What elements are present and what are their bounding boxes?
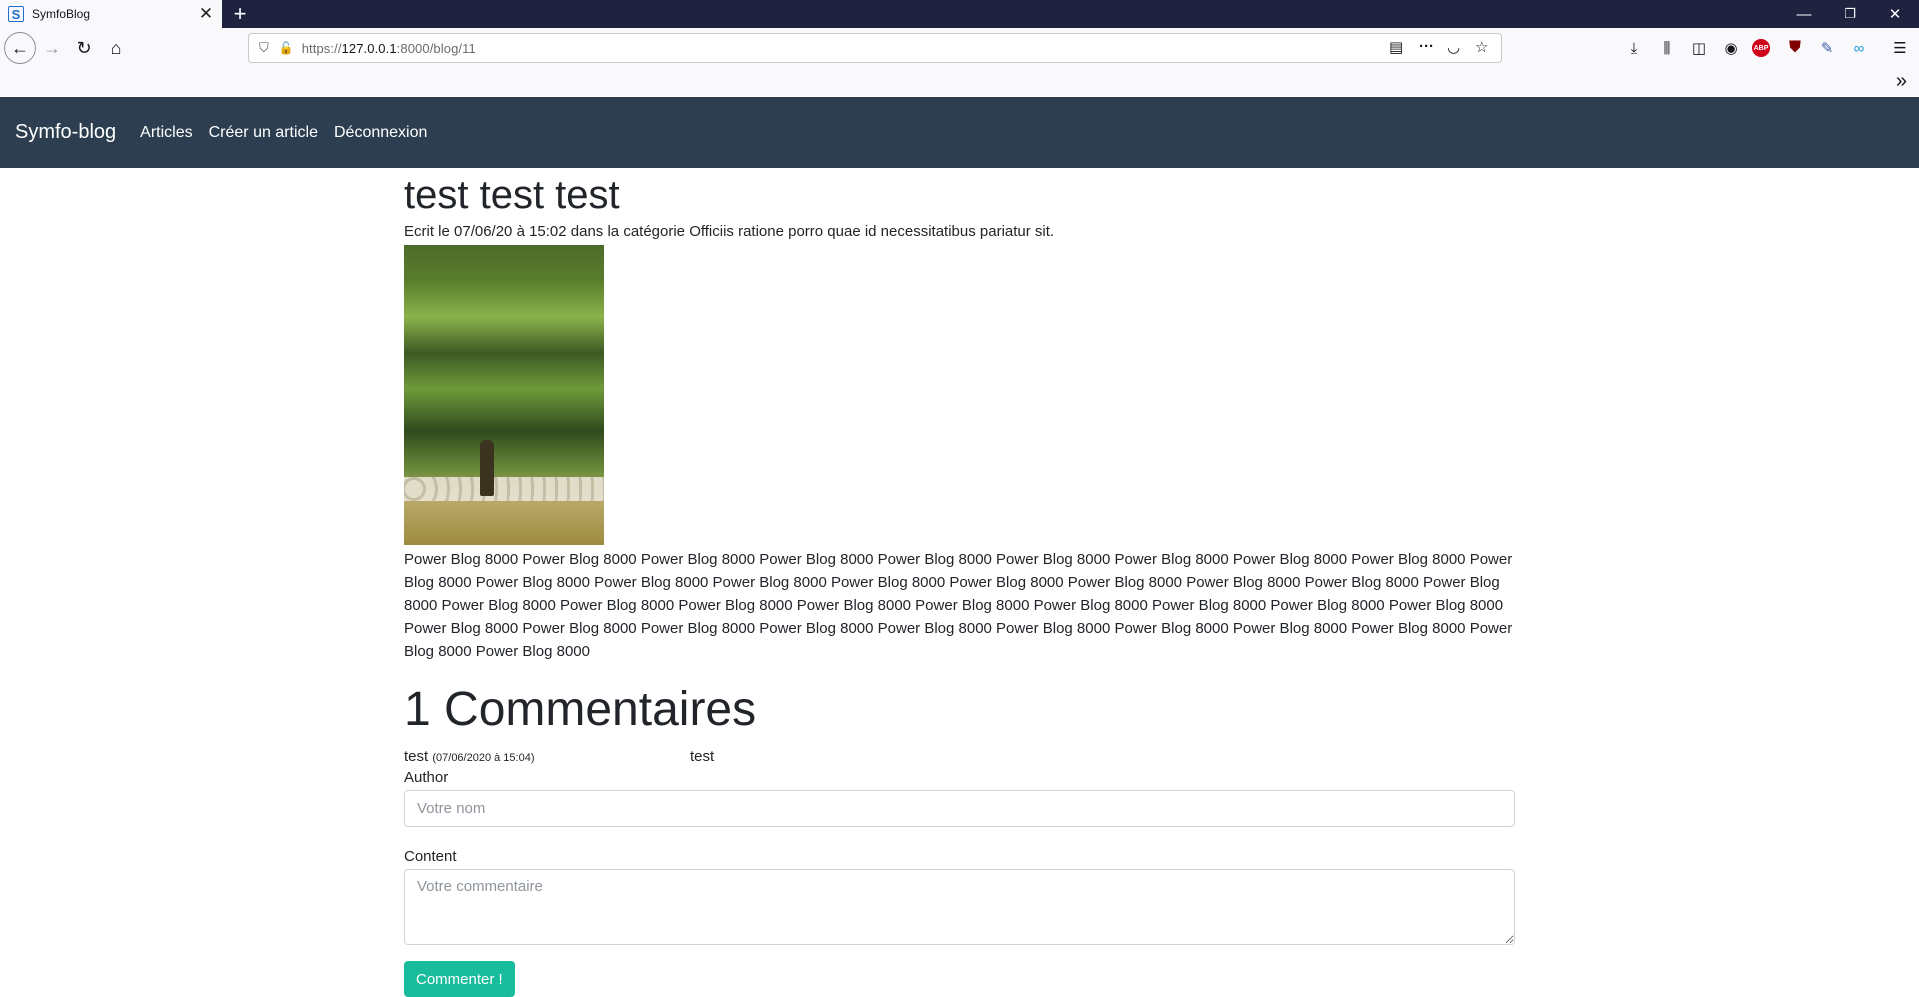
site-brand[interactable]: Symfo-blog (15, 121, 116, 144)
restore-window-button[interactable]: ❐ (1828, 0, 1872, 28)
arrow-right-icon: → (43, 37, 61, 58)
address-bar[interactable]: ⛉ 🔓 https://127.0.0.1:8000/blog/11 ▤ ···… (248, 33, 1502, 63)
account-icon[interactable]: ◉ (1721, 38, 1741, 58)
article-image (404, 245, 604, 545)
site-favicon-icon: S (8, 6, 24, 22)
browser-toolbar: ← → ↻ ⌂ ⛉ 🔓 https://127.0.0.1:8000/blog/… (0, 28, 1919, 68)
home-button[interactable]: ⌂ (102, 34, 130, 62)
nav-link-logout[interactable]: Déconnexion (334, 124, 427, 142)
insecure-lock-icon[interactable]: 🔓 (279, 41, 294, 55)
article-meta: Ecrit le 07/06/20 à 15:02 dans la catégo… (404, 223, 1055, 240)
comment-date: (07/06/2020 à 15:04) (432, 752, 535, 764)
new-tab-button[interactable]: + (228, 2, 252, 26)
library-icon[interactable]: ⫼ (1657, 38, 1677, 58)
image-shepherd (480, 440, 494, 496)
arrow-left-icon: ← (11, 37, 29, 58)
adblock-plus-icon[interactable]: ABP (1752, 39, 1770, 57)
downloads-icon[interactable]: ⤓ (1624, 38, 1644, 58)
close-window-button[interactable]: ✕ (1873, 0, 1917, 28)
forward-button[interactable]: → (38, 34, 66, 62)
menu-hamburger-icon[interactable]: ☰ (1890, 38, 1910, 58)
minimize-window-button[interactable]: — (1782, 0, 1826, 28)
chevron-double-right-icon[interactable]: » (1896, 70, 1907, 93)
close-tab-icon[interactable]: ✕ (196, 4, 216, 24)
author-label: Author (404, 769, 449, 786)
page-actions-icon[interactable]: ··· (1419, 38, 1434, 55)
content-label: Content (404, 848, 457, 865)
comment-author: test (07/06/2020 à 15:04) (404, 747, 690, 768)
ublock-origin-icon[interactable]: ⛊ (1785, 38, 1805, 58)
nav-link-articles[interactable]: Articles (140, 124, 192, 142)
submit-comment-button[interactable]: Commenter ! (404, 961, 515, 997)
reader-view-icon[interactable]: ▤ (1389, 38, 1403, 56)
extension-icon[interactable]: ∞ (1849, 38, 1869, 58)
comment-author-name: test (404, 748, 429, 765)
browser-tab-strip: S SymfoBlog ✕ + — ❐ ✕ (0, 0, 1919, 28)
image-sheep-flock (404, 477, 604, 501)
comment-content: test (690, 748, 715, 765)
reload-icon: ↻ (76, 37, 92, 58)
tab-title: SymfoBlog (32, 7, 91, 21)
comment-item: test (07/06/2020 à 15:04) test (404, 747, 1515, 768)
site-navbar: Symfo-blog Articles Créer un article Déc… (0, 97, 1919, 168)
author-input[interactable] (404, 790, 1515, 827)
comment-textarea[interactable] (404, 869, 1515, 945)
reload-button[interactable]: ↻ (70, 34, 98, 62)
nav-link-create-article[interactable]: Créer un article (209, 124, 318, 142)
bookmarks-toolbar: » (0, 68, 1919, 96)
article-container: test test test Ecrit le 07/06/20 à 15:02… (404, 168, 1515, 997)
eyedropper-extension-icon[interactable]: ✎ (1817, 38, 1837, 58)
bookmark-star-icon[interactable]: ☆ (1475, 38, 1488, 56)
comment-form: Author Content Commenter ! (404, 768, 1515, 997)
back-button[interactable]: ← (4, 32, 36, 64)
comments-heading: 1 Commentaires (404, 683, 757, 736)
browser-tab[interactable]: S SymfoBlog ✕ (0, 0, 222, 28)
article-body: Power Blog 8000 Power Blog 8000 Power Bl… (404, 551, 1513, 660)
sidebar-icon[interactable]: ◫ (1689, 38, 1709, 58)
home-icon: ⌂ (110, 37, 122, 58)
article-title: test test test (404, 173, 620, 217)
tracking-shield-icon[interactable]: ⛉ (259, 40, 269, 56)
url-text[interactable]: https://127.0.0.1:8000/blog/11 (302, 41, 476, 56)
pocket-icon[interactable]: ◡ (1447, 38, 1460, 56)
